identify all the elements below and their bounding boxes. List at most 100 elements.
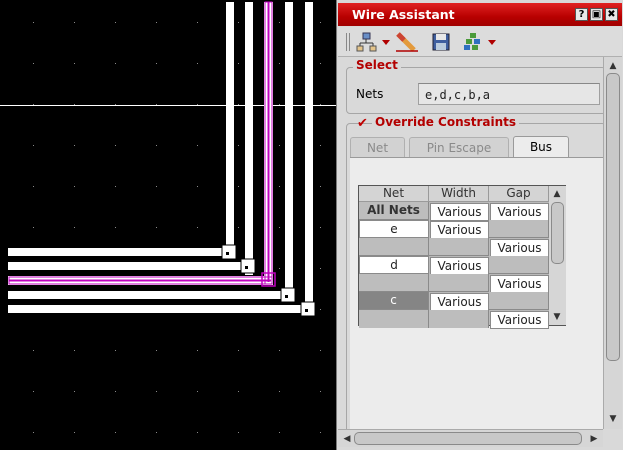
grid-dot: [320, 227, 321, 228]
scroll-up-arrow-icon[interactable]: ▲: [551, 188, 563, 200]
table-scrollbar[interactable]: ▲ ▼: [549, 186, 566, 325]
grid-dot: [320, 268, 321, 269]
tab-bus[interactable]: Bus: [513, 136, 569, 157]
table-scroll-thumb[interactable]: [551, 202, 564, 264]
table-row-net[interactable]: e: [359, 220, 429, 238]
header-gap[interactable]: Gap: [489, 186, 549, 202]
nets-label: Nets: [356, 87, 384, 101]
wire-vertical[interactable]: [285, 2, 293, 298]
panel-hscroll-thumb[interactable]: [354, 432, 582, 445]
panel-horizontal-scrollbar[interactable]: ◀ ▶: [338, 429, 603, 447]
grid-dot: [115, 227, 116, 228]
wire-horizontal[interactable]: [8, 305, 313, 313]
hierarchy-icon[interactable]: [356, 31, 394, 53]
grid-dot: [279, 63, 280, 64]
table-row-net: [359, 310, 429, 328]
panel-vertical-scrollbar[interactable]: ▲ ▼: [603, 57, 622, 429]
grid-dot: [197, 145, 198, 146]
grid-dot: [279, 391, 280, 392]
toolbar-grip[interactable]: [346, 33, 352, 51]
scroll-up-arrow-icon[interactable]: ▲: [607, 60, 619, 72]
header-width[interactable]: Width: [429, 186, 489, 202]
nets-field[interactable]: e,d,c,b,a: [418, 83, 600, 105]
layout-canvas[interactable]: [0, 0, 336, 450]
gap-cell: [489, 220, 549, 238]
width-cell[interactable]: Various: [430, 293, 489, 311]
header-net[interactable]: Net: [359, 186, 429, 202]
grid-dot: [74, 432, 75, 433]
wire-vertical[interactable]: [305, 2, 313, 315]
grid-dot: [197, 186, 198, 187]
grid-dot: [197, 350, 198, 351]
grid-dot: [156, 145, 157, 146]
eraser-icon[interactable]: [394, 31, 420, 53]
grid-dot: [197, 227, 198, 228]
grid-dot: [238, 22, 239, 23]
scroll-right-arrow-icon[interactable]: ▶: [588, 433, 600, 445]
grid-dot: [74, 186, 75, 187]
gap-cell: [489, 256, 549, 274]
help-button[interactable]: ?: [575, 8, 588, 21]
grid-dot: [115, 104, 116, 105]
width-cell: [429, 274, 489, 292]
grid-dot: [156, 432, 157, 433]
save-icon[interactable]: [430, 31, 452, 53]
grid-dot: [115, 432, 116, 433]
grid-dot: [197, 22, 198, 23]
grid-dot: [156, 227, 157, 228]
panel-titlebar[interactable]: Wire Assistant ? ▣ ✖: [338, 3, 622, 26]
grid-dot: [238, 391, 239, 392]
wire-vertical[interactable]: [226, 2, 234, 258]
gap-cell[interactable]: Various: [490, 275, 549, 293]
table-row-net[interactable]: d: [359, 256, 429, 274]
panel-scroll-thumb[interactable]: [606, 73, 620, 361]
grid-dot: [279, 145, 280, 146]
grid-dot: [320, 186, 321, 187]
grid-dot: [279, 432, 280, 433]
grid-dot: [156, 350, 157, 351]
gap-cell[interactable]: Various: [490, 203, 549, 221]
grid-dot: [279, 186, 280, 187]
scroll-down-arrow-icon[interactable]: ▼: [551, 311, 563, 323]
grid-dot: [33, 145, 34, 146]
tab-pin-escape[interactable]: Pin Escape: [409, 137, 509, 157]
gap-cell[interactable]: Various: [490, 311, 549, 329]
scroll-left-arrow-icon[interactable]: ◀: [341, 433, 353, 445]
grid-dot: [74, 227, 75, 228]
width-cell[interactable]: Various: [430, 203, 489, 221]
grid-dot: [320, 432, 321, 433]
bus-constraints-table[interactable]: Net Width Gap All Nets Various Various e…: [358, 185, 566, 329]
float-button[interactable]: ▣: [590, 8, 603, 21]
grid-dot: [115, 186, 116, 187]
selected-wire[interactable]: [8, 1, 276, 287]
wire-assistant-panel: Wire Assistant ? ▣ ✖ Select Nets e,d,c,b…: [336, 0, 623, 450]
width-cell[interactable]: Various: [430, 221, 489, 239]
grid-dot: [238, 104, 239, 105]
panel-content: Select Nets e,d,c,b,a ✔ Override Constra…: [338, 57, 603, 429]
scroll-down-arrow-icon[interactable]: ▼: [607, 413, 619, 425]
gap-cell[interactable]: Various: [490, 239, 549, 257]
grid-dot: [197, 104, 198, 105]
wire-horizontal[interactable]: [8, 262, 253, 270]
grid-dot: [156, 63, 157, 64]
table-row-net: [359, 274, 429, 292]
grid-dots: [33, 22, 321, 433]
table-row-net[interactable]: All Nets: [359, 202, 429, 220]
layout-wires[interactable]: [0, 0, 336, 450]
override-constraints-checkbox[interactable]: ✔: [357, 117, 368, 130]
tab-net[interactable]: Net: [350, 137, 405, 157]
wire-horizontal[interactable]: [8, 291, 293, 299]
tree-icon[interactable]: [462, 31, 500, 53]
panel-title: Wire Assistant: [352, 7, 455, 22]
wire-horizontal[interactable]: [8, 248, 234, 256]
wire-vertical[interactable]: [245, 2, 253, 275]
grid-dot: [33, 350, 34, 351]
grid-dot: [279, 350, 280, 351]
grid-dot: [156, 22, 157, 23]
grid-dot: [115, 350, 116, 351]
width-cell[interactable]: Various: [430, 257, 489, 275]
close-button[interactable]: ✖: [605, 8, 618, 21]
table-row-net-selected[interactable]: c: [359, 292, 429, 310]
override-constraints-title: Override Constraints: [372, 115, 520, 129]
grid-dot: [320, 350, 321, 351]
